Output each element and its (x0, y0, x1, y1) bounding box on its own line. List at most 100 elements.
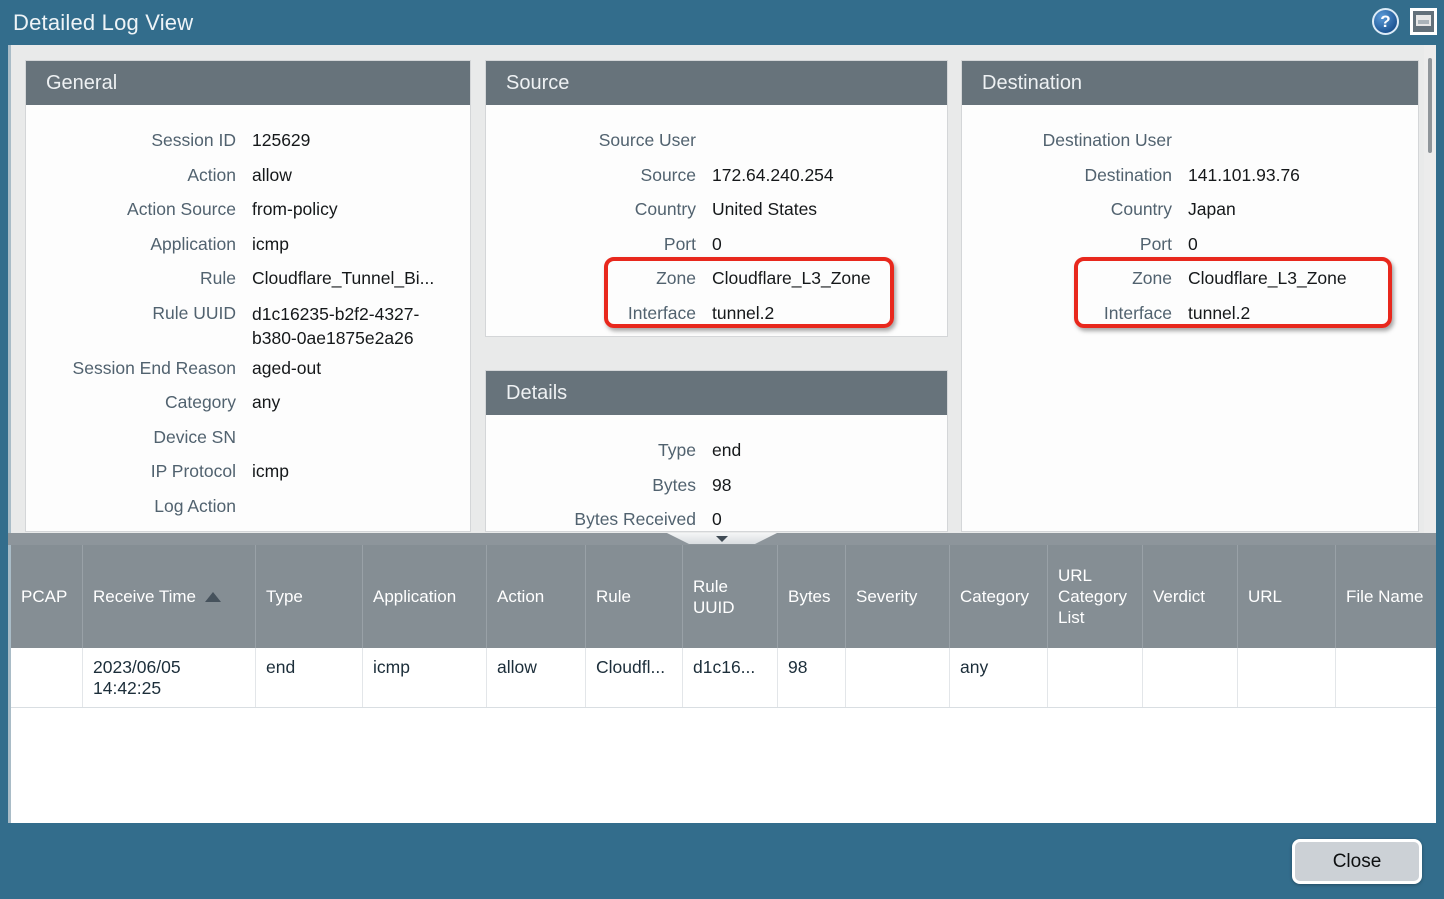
field-value: Cloudflare_L3_Zone (712, 261, 871, 296)
field-value: allow (252, 158, 292, 193)
cell-bytes: 98 (778, 648, 846, 707)
column-header-rule[interactable]: Rule (586, 545, 683, 648)
field-row-source-user: Source User (486, 123, 947, 158)
field-row-session-id: Session ID125629 (26, 123, 470, 158)
field-label: Country (962, 192, 1172, 227)
panel-table-splitter[interactable] (8, 533, 1436, 545)
field-label: Destination User (962, 123, 1172, 158)
field-row-port: Port0 (962, 227, 1418, 262)
field-value: tunnel.2 (712, 296, 774, 331)
field-label: Interface (962, 296, 1172, 331)
table-header-row: PCAP Receive Time Type Application Actio… (11, 545, 1436, 648)
details-panel: Details Typeend Bytes98 Bytes Received0 (485, 370, 948, 532)
field-label: Country (486, 192, 696, 227)
field-label: Rule (26, 261, 236, 296)
field-value: end (712, 433, 741, 468)
cell-category: any (950, 648, 1048, 707)
column-label: URL Category List (1058, 565, 1136, 628)
field-row-country: CountryUnited States (486, 192, 947, 227)
field-label: Destination (962, 158, 1172, 193)
column-header-url-category-list[interactable]: URL Category List (1048, 545, 1143, 648)
field-label: Log Action (26, 489, 236, 524)
field-value: from-policy (252, 192, 338, 227)
field-value: icmp (252, 454, 289, 489)
cell-rule: Cloudfl... (586, 648, 683, 707)
general-panel-title: General (26, 61, 470, 105)
cell-url-category-list (1048, 648, 1143, 707)
field-row-action-source: Action Source from-policy (26, 192, 470, 227)
window-icon[interactable] (1410, 8, 1437, 35)
column-header-application[interactable]: Application (363, 545, 487, 648)
field-row-session-end-reason: Session End Reason aged-out (26, 351, 470, 386)
field-value: 0 (712, 227, 722, 262)
field-label: Rule UUID (26, 296, 236, 331)
column-header-action[interactable]: Action (487, 545, 586, 648)
field-row-generated-time: Generated Time2023/06/05 14:42:25 (26, 523, 470, 532)
field-value: aged-out (252, 351, 321, 386)
window-icon-glyph (1416, 15, 1431, 26)
field-row-interface: Interface tunnel.2 (486, 296, 947, 331)
field-label: IP Protocol (26, 454, 236, 489)
field-row-destination-user: Destination User (962, 123, 1418, 158)
column-header-rule-uuid[interactable]: Rule UUID (683, 545, 778, 648)
field-value: 0 (1188, 227, 1198, 262)
field-label: Device SN (26, 420, 236, 455)
column-header-type[interactable]: Type (256, 545, 363, 648)
field-row-rule-uuid: Rule UUIDd1c16235-b2f2-4327-b380-0ae1875… (26, 296, 470, 351)
table-row[interactable]: 2023/06/05 14:42:25 end icmp allow Cloud… (11, 648, 1436, 708)
column-header-severity[interactable]: Severity (846, 545, 950, 648)
field-label: Zone (486, 261, 696, 296)
column-header-pcap[interactable]: PCAP (11, 545, 83, 648)
column-label: File Name (1346, 586, 1423, 607)
cell-verdict (1143, 648, 1238, 707)
column-label: Type (266, 586, 303, 607)
column-header-url[interactable]: URL (1238, 545, 1336, 648)
details-panel-title: Details (486, 371, 947, 415)
field-row-bytes: Bytes 98 (486, 468, 947, 503)
column-label: Category (960, 586, 1029, 607)
column-header-bytes[interactable]: Bytes (778, 545, 846, 648)
cell-action: allow (487, 648, 586, 707)
detailed-log-view-dialog: Detailed Log View ? General Session ID12… (0, 0, 1444, 899)
column-label: Verdict (1153, 586, 1205, 607)
field-label: Category (26, 385, 236, 420)
help-icon[interactable]: ? (1372, 8, 1399, 35)
column-header-category[interactable]: Category (950, 545, 1048, 648)
field-label: Action Source (26, 192, 236, 227)
field-value: 98 (712, 468, 731, 503)
field-value: Cloudflare_L3_Zone (1188, 261, 1347, 296)
field-label: Interface (486, 296, 696, 331)
cell-type: end (256, 648, 363, 707)
column-header-file-name[interactable]: File Name (1336, 545, 1436, 648)
column-label: URL (1248, 586, 1282, 607)
cell-file-name (1336, 648, 1436, 707)
collapse-handle[interactable] (667, 533, 777, 544)
scrollbar-thumb[interactable] (1428, 58, 1432, 153)
field-row-action: Action allow (26, 158, 470, 193)
field-row-port: Port 0 (486, 227, 947, 262)
field-label: Bytes Received (486, 502, 696, 532)
field-label: Zone (962, 261, 1172, 296)
field-label: Bytes (486, 468, 696, 503)
column-header-verdict[interactable]: Verdict (1143, 545, 1238, 648)
field-label: Application (26, 227, 236, 262)
field-value: icmp (252, 227, 289, 262)
field-label: Port (486, 227, 696, 262)
column-label: PCAP (21, 586, 67, 607)
source-panel: Source Source User Source172.64.240.254 … (485, 60, 948, 337)
field-value: 141.101.93.76 (1188, 158, 1300, 193)
column-label: Receive Time (93, 586, 196, 607)
field-value: 125629 (252, 123, 310, 158)
field-row-rule: Rule Cloudflare_Tunnel_Bi... (26, 261, 470, 296)
close-button[interactable]: Close (1292, 839, 1422, 884)
field-value: Cloudflare_Tunnel_Bi... (252, 261, 434, 296)
source-panel-title: Source (486, 61, 947, 105)
field-label: Action (26, 158, 236, 193)
field-value: 0 (712, 502, 722, 532)
sort-ascending-icon (205, 592, 221, 602)
field-row-destination: Destination 141.101.93.76 (962, 158, 1418, 193)
vertical-scrollbar[interactable] (1424, 45, 1436, 533)
field-label: Session End Reason (26, 351, 236, 386)
column-header-receive-time[interactable]: Receive Time (83, 545, 256, 648)
cell-application: icmp (363, 648, 487, 707)
